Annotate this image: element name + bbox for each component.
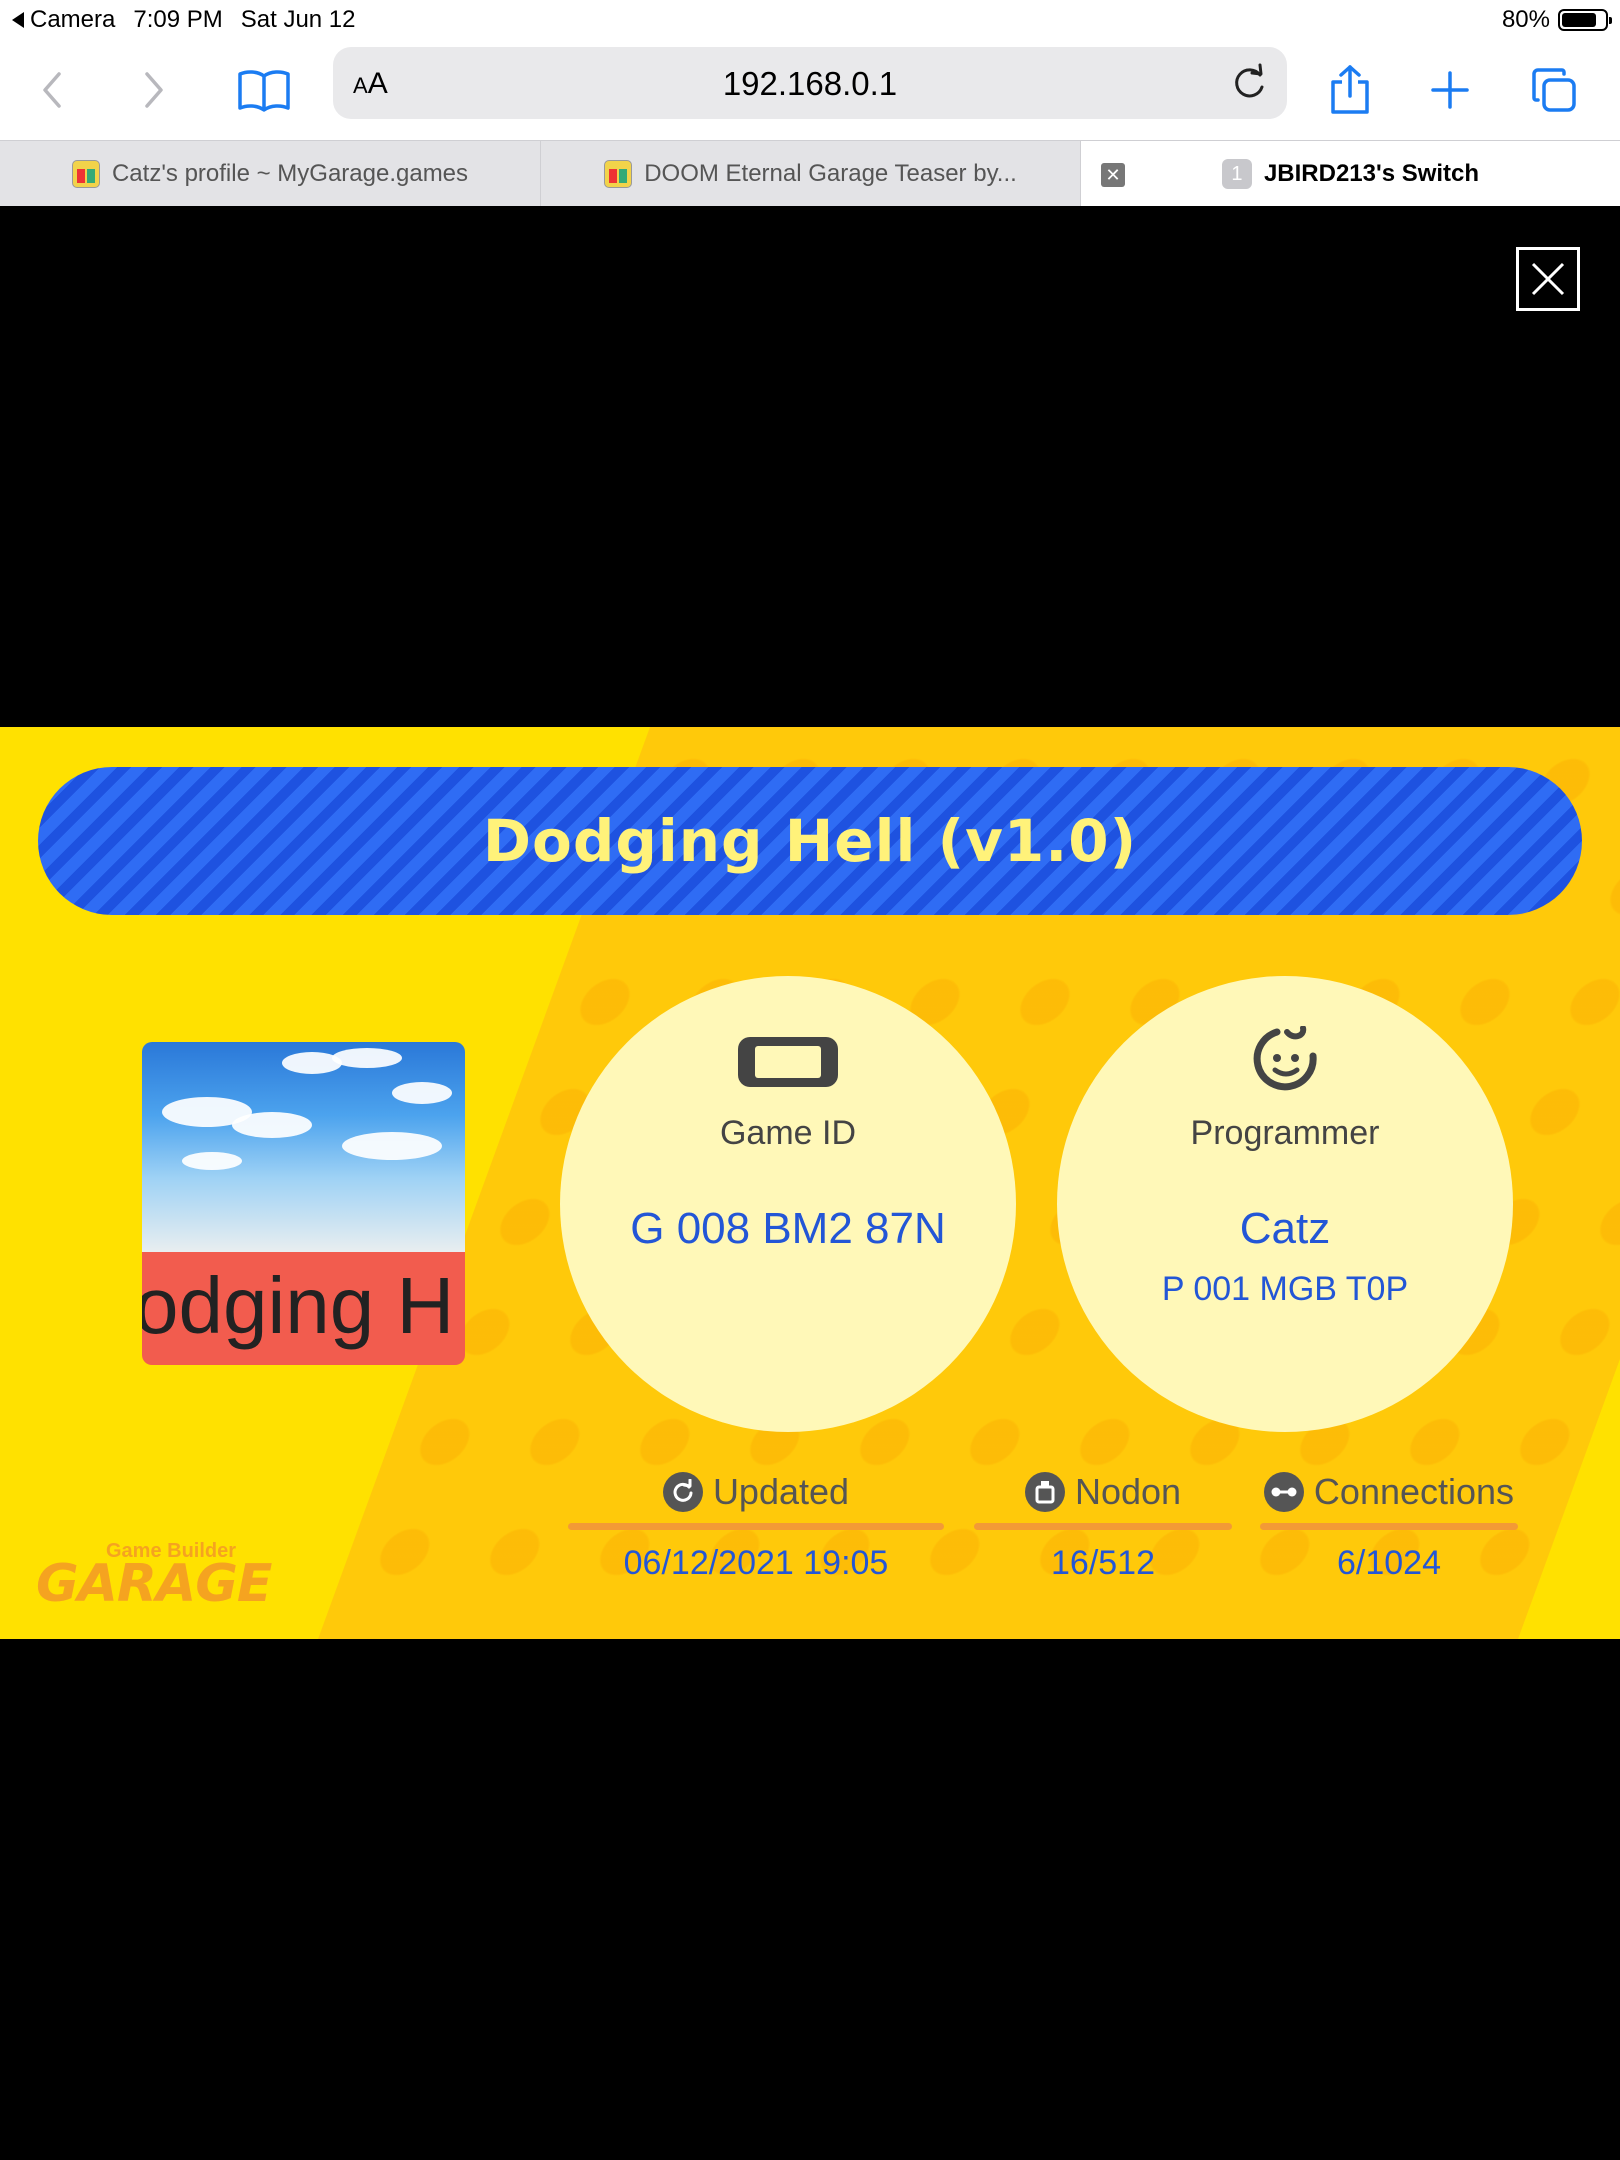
bookmarks-button[interactable] <box>234 60 294 120</box>
plus-icon <box>1431 71 1469 109</box>
back-button[interactable] <box>22 60 82 120</box>
tab-jbird-switch[interactable]: 1 JBIRD213's Switch <box>1081 141 1620 207</box>
game-id-value: G 008 BM2 87N <box>630 1204 946 1253</box>
close-icon <box>1531 262 1565 296</box>
stat-value: 6/1024 <box>1337 1544 1441 1582</box>
share-button[interactable] <box>1320 60 1380 120</box>
stat-value: 06/12/2021 19:05 <box>623 1544 889 1582</box>
programmer-id: P 001 MGB T0P <box>1161 1270 1409 1308</box>
status-date: Sat Jun 12 <box>240 6 356 33</box>
nodon-icon <box>1024 1472 1065 1512</box>
thumbnail-text: odging H <box>142 1261 455 1350</box>
game-info-card: Dodging Hell (v1.0) odging H Game ID G 0… <box>0 727 1620 1639</box>
forward-button[interactable] <box>124 60 184 120</box>
status-time: 7:09 PM <box>133 6 223 33</box>
stat-label: Nodon <box>1074 1471 1182 1512</box>
new-tab-button[interactable] <box>1420 60 1480 120</box>
programmer-label: Programmer <box>1190 1114 1380 1152</box>
browser-toolbar: AA 192.168.0.1 <box>0 40 1620 140</box>
game-title: Dodging Hell (v1.0) <box>482 807 1138 875</box>
book-icon <box>238 70 290 112</box>
close-viewer-button[interactable] <box>1516 247 1580 311</box>
programmer-face-icon <box>1253 1026 1317 1091</box>
tabs-overview-button[interactable] <box>1524 60 1584 120</box>
stat-connections: Connections 6/1024 <box>1260 1467 1518 1583</box>
tab-title: JBIRD213's Switch <box>1263 160 1480 187</box>
game-thumbnail: odging H <box>142 1042 465 1365</box>
chevron-left-icon <box>43 72 61 108</box>
tabs-icon <box>1532 68 1576 112</box>
stat-underline <box>974 1523 1232 1530</box>
mygarage-favicon-icon <box>604 160 633 188</box>
back-triangle-icon <box>12 12 24 28</box>
stat-nodon: Nodon 16/512 <box>974 1467 1232 1583</box>
tab-doom-eternal[interactable]: DOOM Eternal Garage Teaser by... <box>541 141 1081 207</box>
chevron-right-icon <box>145 72 163 108</box>
game-id-label: Game ID <box>719 1114 857 1152</box>
refresh-icon <box>662 1472 703 1512</box>
stat-underline <box>1260 1523 1518 1530</box>
tab-bar: Catz's profile ~ MyGarage.games DOOM Ete… <box>0 140 1620 207</box>
stat-label: Connections <box>1313 1471 1515 1512</box>
game-id-panel: Game ID G 008 BM2 87N <box>560 976 1016 1432</box>
mygarage-favicon-icon <box>71 160 100 188</box>
address-bar[interactable]: AA 192.168.0.1 <box>333 47 1287 119</box>
page-content: Dodging Hell (v1.0) odging H Game ID G 0… <box>0 206 1620 2160</box>
close-tab-icon[interactable]: ✕ <box>1101 163 1125 187</box>
reload-icon[interactable] <box>1227 61 1271 105</box>
game-title-banner: Dodging Hell (v1.0) <box>38 767 1582 915</box>
stat-underline <box>568 1523 944 1530</box>
stat-label: Updated <box>712 1471 850 1512</box>
tab-title: Catz's profile ~ MyGarage.games <box>111 160 469 187</box>
programmer-panel: Programmer Catz P 001 MGB T0P <box>1057 976 1513 1432</box>
status-bar: Camera 7:09 PM Sat Jun 12 80% <box>0 0 1620 40</box>
tab-catz-profile[interactable]: Catz's profile ~ MyGarage.games <box>0 141 541 207</box>
share-icon <box>1331 65 1369 114</box>
back-to-app-link[interactable]: Camera <box>12 6 115 34</box>
switch-console-icon <box>738 1037 838 1087</box>
battery-percent: 80% <box>1501 6 1550 33</box>
battery-icon <box>1558 9 1612 31</box>
stat-updated: Updated 06/12/2021 19:05 <box>568 1467 944 1583</box>
connection-icon <box>1263 1472 1304 1512</box>
url-text: 192.168.0.1 <box>722 65 898 102</box>
tab-count-badge: 1 <box>1221 159 1252 189</box>
back-app-label: Camera <box>30 6 116 33</box>
programmer-name: Catz <box>1239 1204 1331 1253</box>
stat-value: 16/512 <box>1051 1544 1155 1582</box>
tab-title: DOOM Eternal Garage Teaser by... <box>644 160 1017 187</box>
